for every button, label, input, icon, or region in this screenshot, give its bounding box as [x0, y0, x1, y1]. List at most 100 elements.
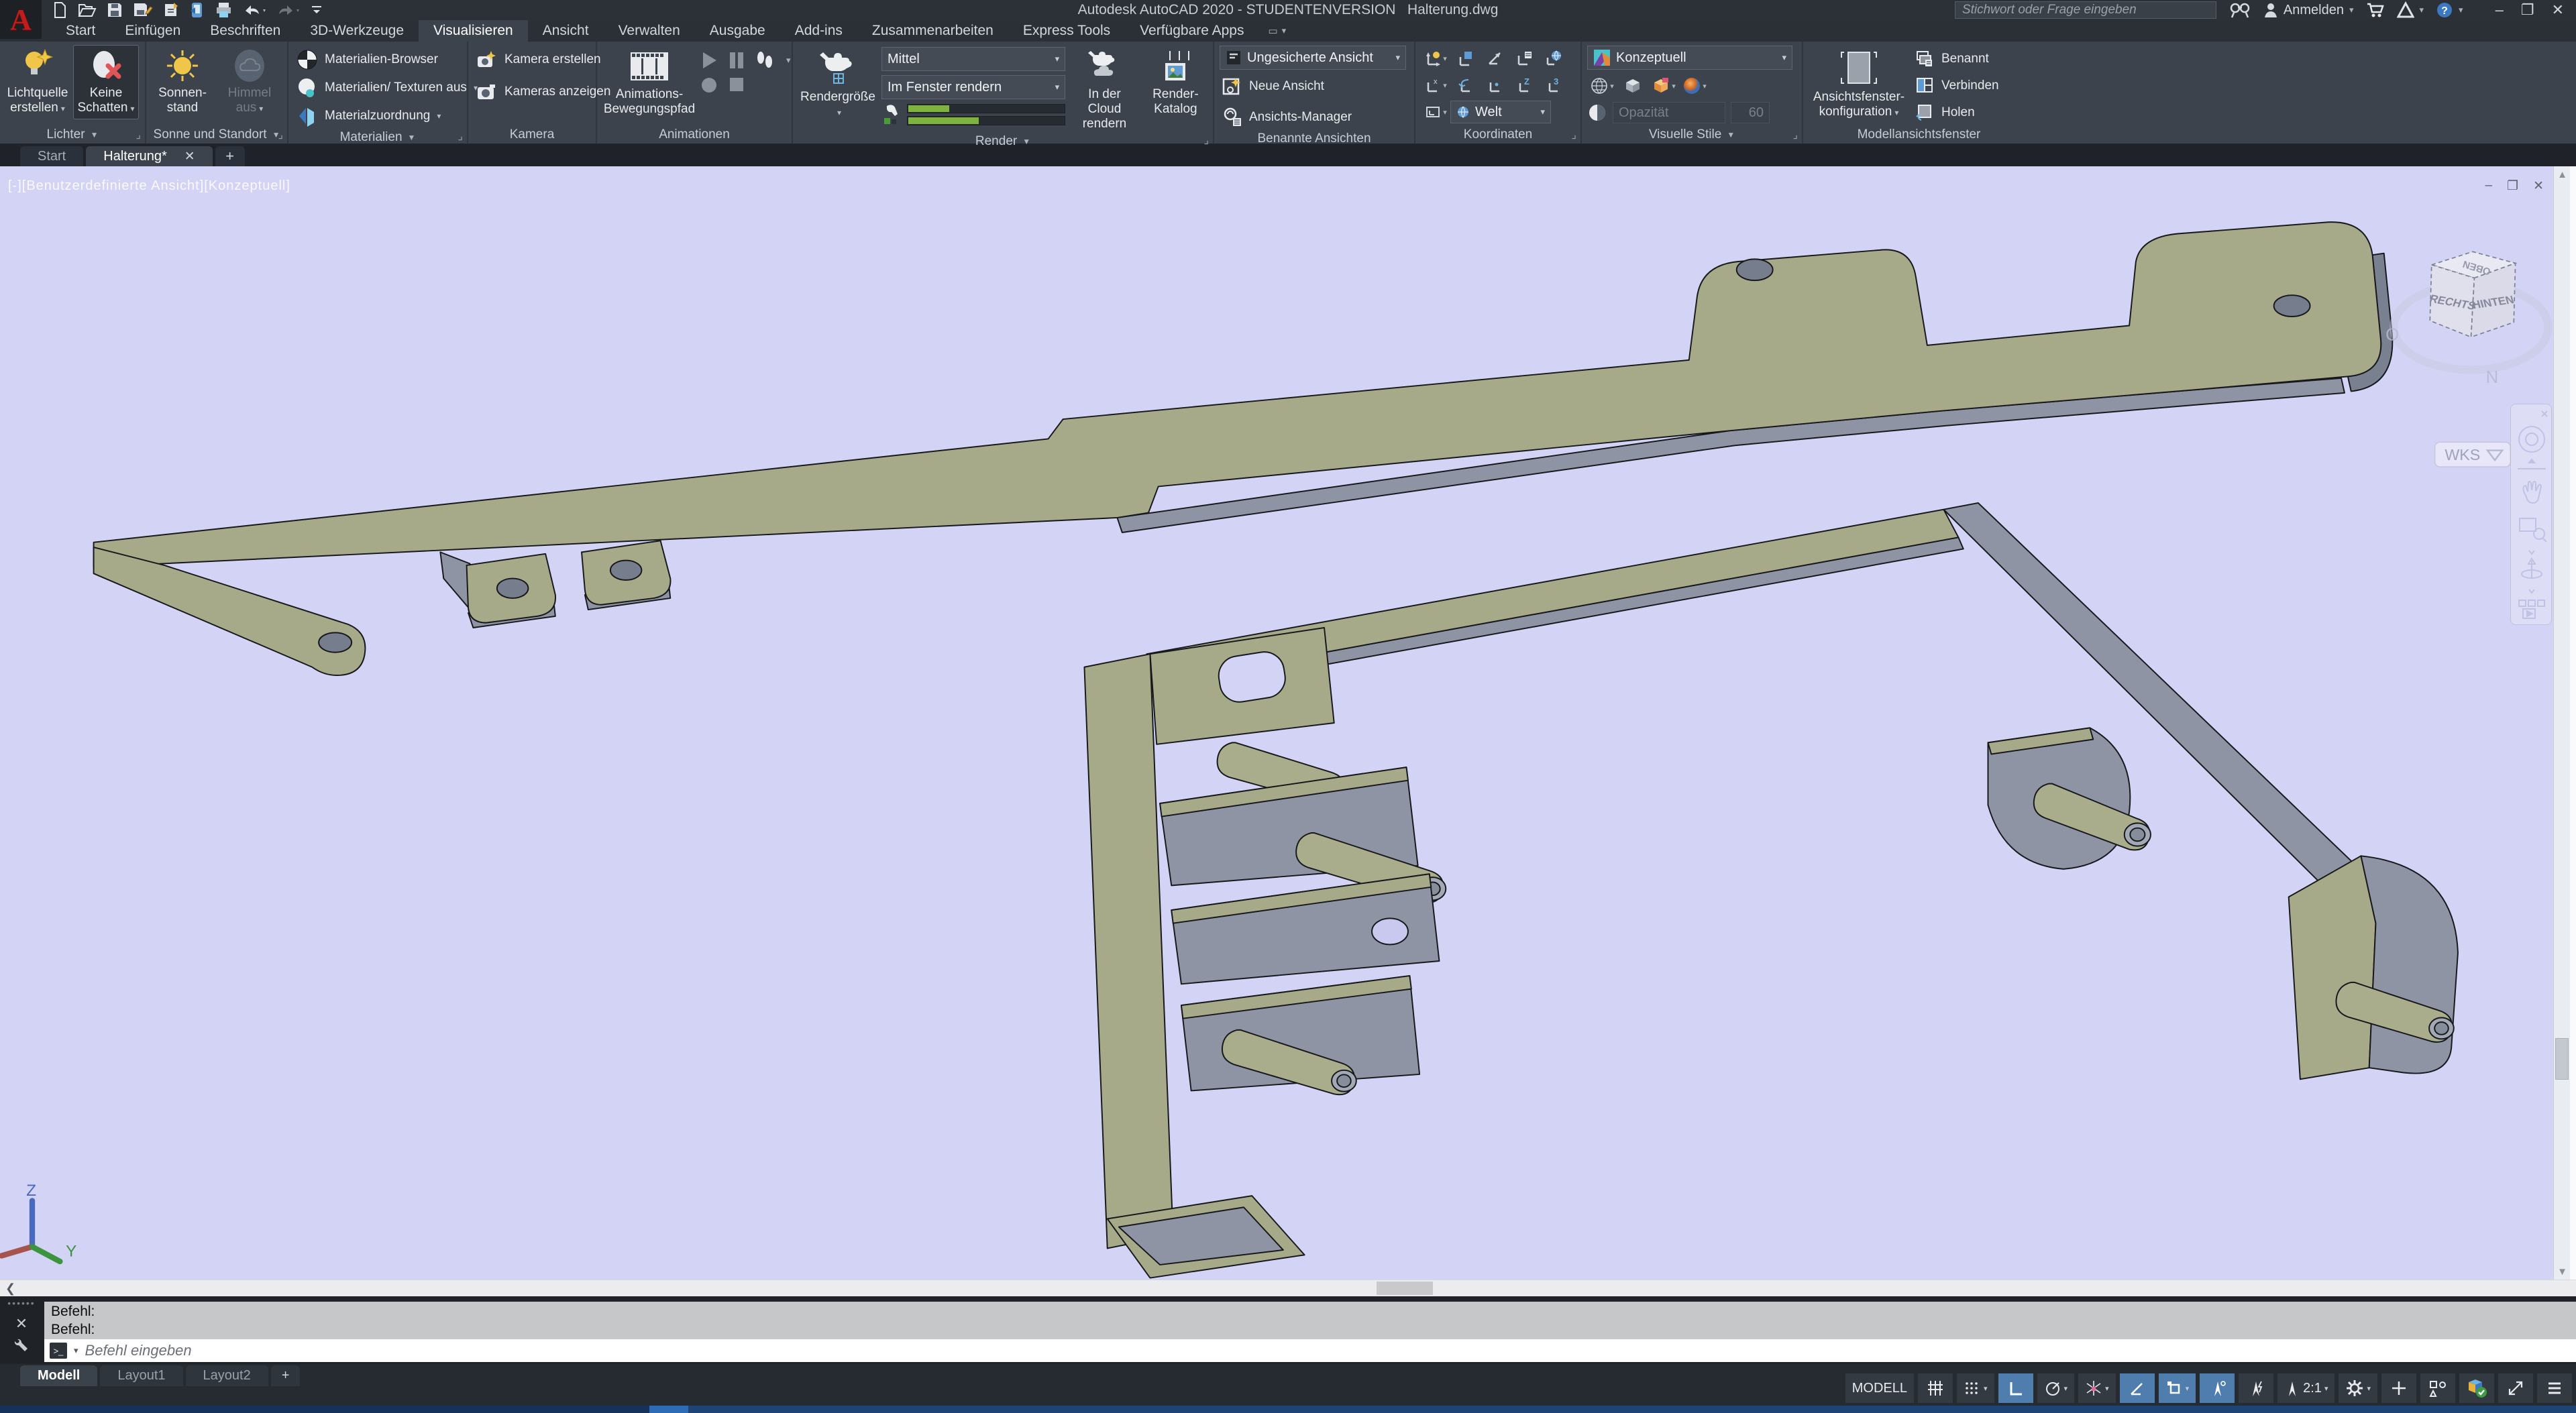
clean-screen-plus-button[interactable]	[2381, 1373, 2416, 1403]
new-view-button[interactable]: Neue Ansicht	[1220, 72, 1327, 101]
annotation-scale-button[interactable]: 2:1 ▾	[2277, 1373, 2334, 1403]
realistic-style-icon[interactable]: ▾	[1680, 73, 1709, 99]
navigation-bar[interactable]	[2510, 404, 2552, 625]
panel-label-koordinaten[interactable]: Koordinaten ⌟	[1415, 125, 1580, 144]
command-customize-wrench-icon[interactable]	[13, 1338, 30, 1354]
create-light-button[interactable]: Lichtquelle erstellen▾	[5, 46, 70, 119]
new-drawing-tab-button[interactable]: +	[215, 146, 245, 166]
tab-verfuegbare-apps[interactable]: Verfügbare Apps	[1125, 20, 1258, 42]
drawing-restore-icon[interactable]: ❐	[2507, 178, 2518, 194]
panel-label-stile[interactable]: Visuelle Stile▼ ⌟	[1582, 125, 1802, 144]
viewport-join-button[interactable]: Verbinden	[1913, 72, 2002, 99]
walk-dropdown-icon[interactable]: ▾	[786, 55, 791, 66]
render-in-cloud-button[interactable]: In der Cloud rendern	[1069, 46, 1140, 134]
annotation-autoscale-button[interactable]	[2239, 1373, 2273, 1403]
named-view-select[interactable]: Ungesicherte Ansicht▾	[1220, 46, 1406, 70]
tab-start[interactable]: Start	[51, 20, 110, 42]
vertical-scrollbar[interactable]: ▲ ▼	[2553, 166, 2570, 1280]
new-layout-button[interactable]: +	[271, 1365, 301, 1386]
play-animation-icon[interactable]	[700, 51, 718, 70]
graphics-performance-button[interactable]	[2459, 1373, 2494, 1403]
panel-launcher-icon[interactable]: ⌟	[1793, 130, 1799, 141]
panel-label-fenster[interactable]: Modellansichtsfenster	[1803, 126, 2035, 144]
pause-animation-icon[interactable]	[729, 51, 745, 70]
help-button[interactable]: ? ▾	[2436, 1, 2463, 19]
ribbon-display-toggle[interactable]: ▭ ▾	[1268, 20, 1286, 42]
ucs-object-icon[interactable]	[1480, 72, 1509, 98]
tab-3d-werkzeuge[interactable]: 3D-Werkzeuge	[295, 20, 419, 42]
render-catalog-button[interactable]: Render-Katalog	[1144, 46, 1208, 119]
vertical-scrollbar-thumb[interactable]	[2555, 1038, 2569, 1080]
panel-launcher-icon[interactable]: ⌟	[136, 130, 142, 141]
panel-launcher-icon[interactable]: ⌟	[1572, 130, 1577, 141]
animation-motion-path-button[interactable]: Animations-Bewegungspfad	[602, 46, 696, 119]
shaded-style-icon[interactable]: ▾	[1649, 73, 1678, 99]
customization-menu-button[interactable]	[2537, 1373, 2572, 1403]
show-cameras-button[interactable]: Kameras anzeigen	[474, 78, 613, 106]
record-animation-icon[interactable]	[700, 76, 718, 94]
scroll-down-icon[interactable]: ▼	[2554, 1263, 2571, 1280]
command-recent-dropdown-icon[interactable]: ▾	[74, 1345, 78, 1356]
view-manager-button[interactable]: Ansichts-Manager	[1220, 103, 1354, 131]
render-target-select[interactable]: Im Fenster rendern▾	[881, 75, 1065, 99]
file-tab-start[interactable]: Start	[20, 146, 83, 166]
panel-label-sonne[interactable]: Sonne und Standort▼ ⌟	[146, 125, 287, 144]
scroll-up-icon[interactable]: ▲	[2554, 166, 2571, 182]
close-drawing-icon[interactable]: ✕	[184, 149, 195, 164]
app-store-cart-icon[interactable]	[2366, 1, 2385, 19]
signin-dropdown-icon[interactable]: ▾	[2349, 5, 2354, 15]
fullscreen-button[interactable]	[2498, 1373, 2533, 1403]
panel-label-ansichten[interactable]: Benannte Ansichten	[1214, 131, 1414, 146]
close-button[interactable]: ✕	[2552, 1, 2564, 19]
command-input-row[interactable]: >_ ▾ Befehl eingeben	[44, 1339, 2576, 1362]
model-space-button[interactable]: MODELL	[1845, 1373, 1914, 1403]
visual-style-select[interactable]: Konzeptuell▾	[1587, 46, 1792, 70]
command-drag-handle[interactable]: ••••••	[7, 1298, 35, 1308]
material-browser-button[interactable]: Materialien-Browser	[294, 46, 441, 74]
application-menu-button[interactable]: A	[0, 0, 42, 39]
sign-in-button[interactable]: Anmelden ▾	[2263, 2, 2354, 18]
viewport-named-button[interactable]: Benannt	[1913, 46, 2002, 72]
search-icon[interactable]	[2229, 1, 2251, 19]
sky-off-button[interactable]: Himmel aus▾	[217, 46, 282, 119]
tab-ansicht[interactable]: Ansicht	[528, 20, 604, 42]
ortho-mode-button[interactable]	[1998, 1373, 2033, 1403]
redo-icon[interactable]	[276, 1, 301, 19]
viewport-controls-label[interactable]: [-][Benutzerdefinierte Ansicht][Konzeptu…	[8, 178, 290, 194]
snap-mode-button[interactable]: ▾	[1957, 1373, 1994, 1403]
horizontal-scrollbar[interactable]: ❮	[0, 1280, 2576, 1296]
drawing-minimize-icon[interactable]: –	[2485, 178, 2492, 194]
render-size-button[interactable]: Rendergröße ▾	[798, 46, 877, 123]
ucs-display-icon[interactable]: ▾	[1421, 99, 1450, 125]
tab-beschriften[interactable]: Beschriften	[195, 20, 295, 42]
wcs-dropdown[interactable]: WKS	[2435, 442, 2511, 467]
ucs-zaxis-icon[interactable]	[1480, 46, 1509, 71]
undo-icon[interactable]	[243, 1, 267, 19]
isometric-drafting-button[interactable]: ▾	[2078, 1373, 2116, 1403]
ucs-named-icon[interactable]	[1509, 46, 1539, 71]
panel-launcher-icon[interactable]: ⌟	[458, 131, 464, 142]
ucs-z-icon[interactable]: Z	[1509, 72, 1539, 98]
tab-einfuegen[interactable]: Einfügen	[110, 20, 195, 42]
tab-ausgabe[interactable]: Ausgabe	[695, 20, 780, 42]
wireframe-style-icon[interactable]: ▾	[1587, 73, 1617, 99]
material-mapping-button[interactable]: Materialzuordnung▾	[294, 102, 443, 130]
new-file-icon[interactable]	[51, 1, 68, 19]
autodesk-360-button[interactable]: ▾	[2397, 1, 2424, 19]
workspace-switching-button[interactable]: ▾	[2339, 1373, 2377, 1403]
panel-launcher-icon[interactable]: ⌟	[278, 130, 284, 141]
drawing-viewport[interactable]: O N RECHTS HINTEN OBEN WKS	[0, 166, 2576, 1280]
tab-express-tools[interactable]: Express Tools	[1008, 20, 1125, 42]
layout-tab-layout1[interactable]: Layout1	[100, 1365, 182, 1386]
sun-status-button[interactable]: Sonnen-stand	[152, 46, 213, 118]
object-snap-tracking-button[interactable]	[2120, 1373, 2155, 1403]
viewport-configuration-button[interactable]: Ansichtsfenster-konfiguration▾	[1809, 46, 1909, 123]
object-snap-button[interactable]: ▾	[2159, 1373, 2196, 1403]
open-file-icon[interactable]	[78, 1, 97, 19]
print-icon[interactable]	[215, 1, 233, 19]
help-search-input[interactable]	[1955, 1, 2216, 19]
materials-textures-off-button[interactable]: Materialien/ Texturen aus▾	[294, 74, 480, 102]
panel-launcher-icon[interactable]: ⌟	[1204, 135, 1210, 146]
render-preset-select[interactable]: Mittel▾	[881, 47, 1065, 71]
panel-label-kamera[interactable]: Kamera	[468, 125, 596, 144]
